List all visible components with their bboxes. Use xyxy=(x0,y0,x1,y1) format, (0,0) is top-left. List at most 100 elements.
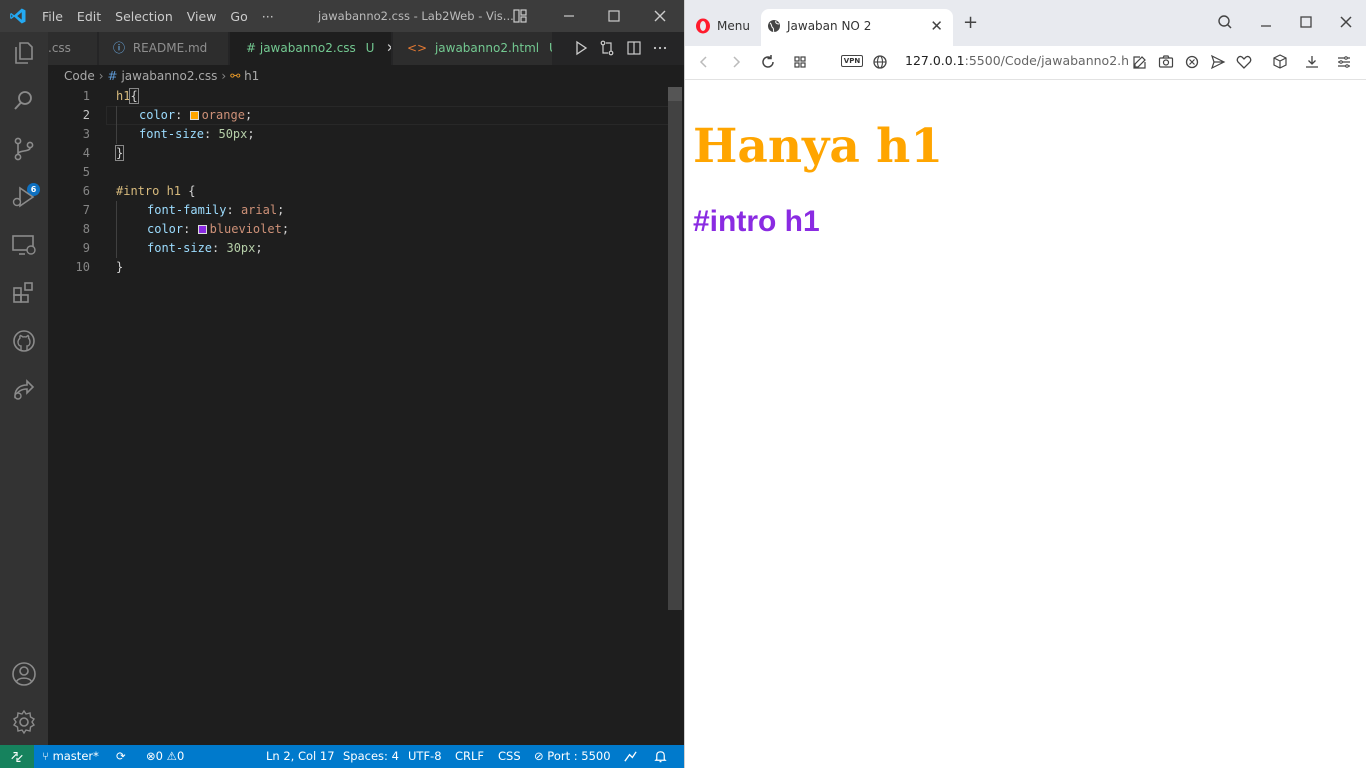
close-icon[interactable] xyxy=(650,6,670,26)
close-icon[interactable] xyxy=(1336,12,1356,32)
tab-css-truncated[interactable]: .css xyxy=(48,32,98,65)
problems-indicator[interactable]: ⊗0 ⚠0 xyxy=(146,745,184,768)
maximize-icon[interactable] xyxy=(1296,12,1316,32)
settings-gear-icon[interactable] xyxy=(11,709,37,735)
notifications-bell-icon[interactable] xyxy=(653,749,668,764)
code-line: font-size: 50px; xyxy=(139,127,255,141)
download-icon[interactable] xyxy=(1303,53,1321,71)
line-number: 1 xyxy=(82,89,90,103)
scrollbar-thumb[interactable] xyxy=(668,87,682,101)
camera-snapshot-icon[interactable] xyxy=(1157,53,1175,71)
menu-go[interactable]: Go xyxy=(230,9,247,24)
color-swatch-orange[interactable] xyxy=(189,111,199,120)
brace: { xyxy=(129,88,139,104)
error-icon: ⊗ xyxy=(146,749,156,763)
tab-jawabanno2-html[interactable]: <> jawabanno2.html U xyxy=(393,32,553,65)
search-icon[interactable] xyxy=(11,88,37,114)
breadcrumb-folder[interactable]: Code xyxy=(64,69,95,83)
css-value: 50px xyxy=(218,127,248,141)
maximize-icon[interactable] xyxy=(604,6,624,26)
browser-tab-active[interactable]: Jawaban NO 2 ✕ xyxy=(761,9,953,46)
more-actions-icon[interactable] xyxy=(652,40,668,56)
extensions-icon[interactable] xyxy=(11,280,37,306)
run-icon[interactable] xyxy=(573,40,589,56)
sync-icon[interactable]: ⟳ xyxy=(116,745,126,768)
layout-icon[interactable] xyxy=(512,8,528,24)
vpn-badge[interactable]: VPN xyxy=(841,55,863,67)
tab-close-icon[interactable]: ✕ xyxy=(930,9,943,43)
encoding[interactable]: UTF-8 xyxy=(408,745,442,768)
reload-icon[interactable] xyxy=(759,53,777,71)
url-path: :5500/Code/jawabanno2.h xyxy=(964,53,1130,68)
editor-scrollbar[interactable] xyxy=(668,87,682,610)
port-label: Port : 5500 xyxy=(547,749,611,763)
page-heading-h1: Hanya h1 xyxy=(693,119,944,174)
line-number: 8 xyxy=(82,222,90,236)
branch-icon: ⑂ xyxy=(42,749,49,763)
tab-jawabanno2-css[interactable]: # jawabanno2.css U ✕ xyxy=(230,32,392,65)
css-file-icon: # xyxy=(107,69,118,83)
tab-close-icon[interactable]: ✕ xyxy=(386,41,391,55)
edit-icon[interactable] xyxy=(1131,53,1149,71)
menu-more[interactable]: ··· xyxy=(262,9,274,24)
new-tab-button[interactable]: + xyxy=(963,12,978,33)
extensions-cube-icon[interactable] xyxy=(1271,53,1289,71)
send-icon[interactable] xyxy=(1209,53,1227,71)
github-icon[interactable] xyxy=(11,328,37,354)
feedback-icon[interactable] xyxy=(623,749,638,764)
remote-explorer-icon[interactable] xyxy=(11,232,37,258)
indent-guide xyxy=(116,201,117,258)
tab-label: .css xyxy=(48,41,71,55)
compare-changes-icon[interactable] xyxy=(599,40,615,56)
tab-modified-badge: U xyxy=(549,41,552,55)
forward-icon[interactable] xyxy=(727,53,745,71)
menu-file[interactable]: File xyxy=(42,9,63,24)
code-editor[interactable]: 1 2 3 4 5 6 7 8 9 10 h1{ color: orange; … xyxy=(48,87,684,745)
minimize-icon[interactable] xyxy=(559,6,579,26)
vscode-menubar: File Edit Selection View Go ··· xyxy=(42,0,288,32)
indentation[interactable]: Spaces: 4 xyxy=(343,745,399,768)
line-ending[interactable]: CRLF xyxy=(455,745,484,768)
accounts-icon[interactable] xyxy=(11,661,37,687)
breadcrumb-symbol[interactable]: h1 xyxy=(244,69,259,83)
bookmark-heart-icon[interactable] xyxy=(1235,53,1253,71)
back-icon[interactable] xyxy=(695,53,713,71)
code-line: } xyxy=(116,258,123,277)
breadcrumb-file[interactable]: jawabanno2.css xyxy=(121,69,217,83)
vscode-window: File Edit Selection View Go ··· jawabann… xyxy=(0,0,684,768)
search-tabs-icon[interactable] xyxy=(1215,12,1235,32)
url-field[interactable]: 127.0.0.1:5500/Code/jawabanno2.h xyxy=(905,46,1129,76)
minimize-icon[interactable] xyxy=(1256,12,1276,32)
activity-bar: 6 xyxy=(0,32,48,745)
source-control-icon[interactable] xyxy=(11,136,37,162)
opera-menu-button[interactable]: Menu xyxy=(693,13,750,39)
code-line: } xyxy=(114,144,125,163)
color-swatch-blueviolet[interactable] xyxy=(197,225,207,234)
easy-setup-icon[interactable] xyxy=(1335,53,1353,71)
line-number: 7 xyxy=(82,203,90,217)
tab-label: README.md xyxy=(132,41,208,55)
split-editor-icon[interactable] xyxy=(626,40,642,56)
rendered-web-page: Hanya h1 #intro h1 xyxy=(685,81,1366,768)
explorer-icon[interactable] xyxy=(11,40,37,66)
editor-tabs: .css ⓘ README.md # jawabanno2.css U ✕ <>… xyxy=(48,32,684,65)
css-value: blueviolet xyxy=(209,222,282,236)
adblock-icon[interactable] xyxy=(1183,53,1201,71)
menu-view[interactable]: View xyxy=(187,9,217,24)
opera-logo-icon xyxy=(696,18,710,34)
remote-indicator[interactable] xyxy=(0,745,34,768)
tiles-icon[interactable] xyxy=(791,53,809,71)
run-debug-icon[interactable] xyxy=(11,184,37,210)
site-info-globe-icon[interactable] xyxy=(871,53,889,71)
branch-indicator[interactable]: ⑂ master* xyxy=(42,745,99,768)
live-server-port[interactable]: ⊘ Port : 5500 xyxy=(534,745,611,768)
tab-readme[interactable]: ⓘ README.md xyxy=(99,32,229,65)
code-line: font-family: arial; xyxy=(147,203,285,217)
browser-tabstrip: Menu Jawaban NO 2 ✕ + xyxy=(685,0,1366,46)
cursor-position[interactable]: Ln 2, Col 17 xyxy=(266,745,335,768)
menu-selection[interactable]: Selection xyxy=(115,9,173,24)
live-share-icon[interactable] xyxy=(11,376,37,402)
code-line: h1{ xyxy=(116,87,139,106)
language-mode[interactable]: CSS xyxy=(498,745,521,768)
menu-edit[interactable]: Edit xyxy=(77,9,101,24)
